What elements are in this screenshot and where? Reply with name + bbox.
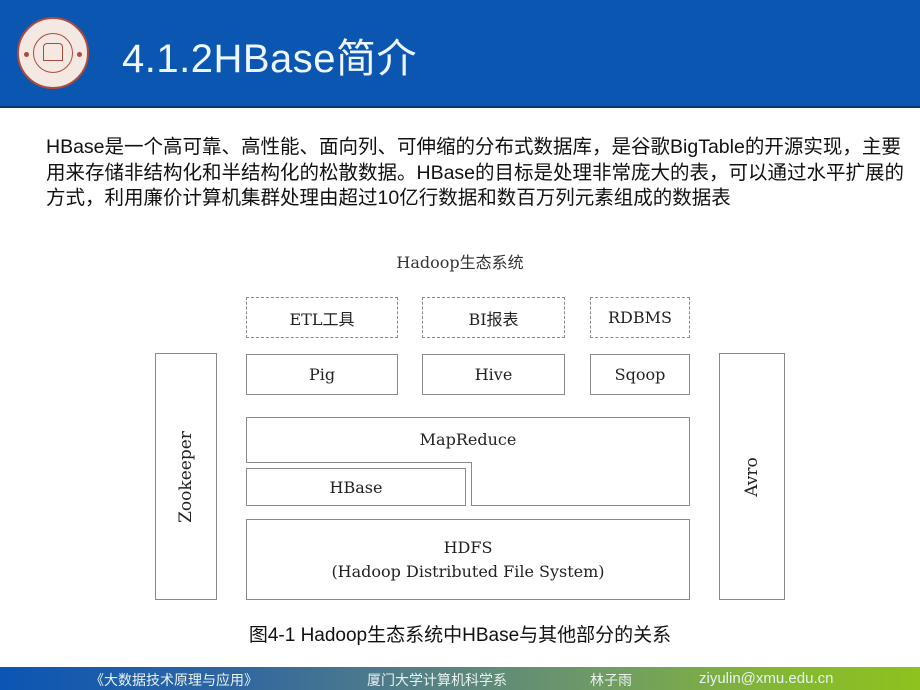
- pig-box: Pig: [246, 354, 398, 395]
- pig-label: Pig: [308, 365, 336, 384]
- figure-caption: 图4-1 Hadoop生态系统中HBase与其他部分的关系: [248, 625, 672, 646]
- hdfs-box: HDFS (Hadoop Distributed File System): [246, 519, 690, 600]
- footer-department: 厦门大学计算机科学系: [367, 672, 507, 688]
- rdbms-box: RDBMS: [590, 297, 690, 338]
- mapreduce-label: MapReduce: [419, 429, 517, 449]
- hdfs-label: HDFS: [443, 537, 493, 557]
- zookeeper-label: Zookeeper: [176, 430, 196, 523]
- seal-dot-right: [77, 52, 82, 57]
- hbase-label: HBase: [329, 477, 383, 497]
- avro-box: Avro: [719, 353, 785, 600]
- seal-building-icon: [43, 43, 63, 61]
- bi-reports-box: BI报表: [422, 297, 565, 338]
- rdbms-label: RDBMS: [608, 308, 672, 327]
- zookeeper-box: Zookeeper: [155, 353, 217, 600]
- hive-box: Hive: [422, 354, 565, 395]
- seal-dot-left: [24, 52, 29, 57]
- diagram-title: Hadoop生态系统: [396, 253, 524, 272]
- etl-tools-box: ETL工具: [246, 297, 398, 338]
- mapreduce-label-area: MapReduce: [246, 417, 690, 461]
- hive-label: Hive: [474, 365, 513, 384]
- footer-author: 林子雨: [590, 672, 632, 688]
- bi-reports-label: BI报表: [468, 309, 519, 329]
- avro-label: Avro: [742, 456, 762, 497]
- intro-paragraph: HBase是一个高可靠、高性能、面向列、可伸缩的分布式数据库，是谷歌BigTab…: [46, 136, 905, 209]
- hbase-box: HBase: [246, 468, 466, 506]
- university-seal-logo: [17, 17, 89, 89]
- footer-book-title: 《大数据技术原理与应用》: [90, 672, 258, 688]
- footer-email: ziyulin@xmu.edu.cn: [699, 670, 834, 687]
- slide-footer: 《大数据技术原理与应用》 厦门大学计算机科学系 林子雨 ziyulin@xmu.…: [0, 667, 920, 690]
- sqoop-box: Sqoop: [590, 354, 690, 395]
- slide-header: 4.1.2HBase简介: [0, 0, 920, 108]
- hdfs-full-name: (Hadoop Distributed File System): [331, 561, 605, 581]
- etl-tools-label: ETL工具: [289, 309, 355, 329]
- sqoop-label: Sqoop: [614, 365, 666, 384]
- slide-title: 4.1.2HBase简介: [122, 37, 418, 81]
